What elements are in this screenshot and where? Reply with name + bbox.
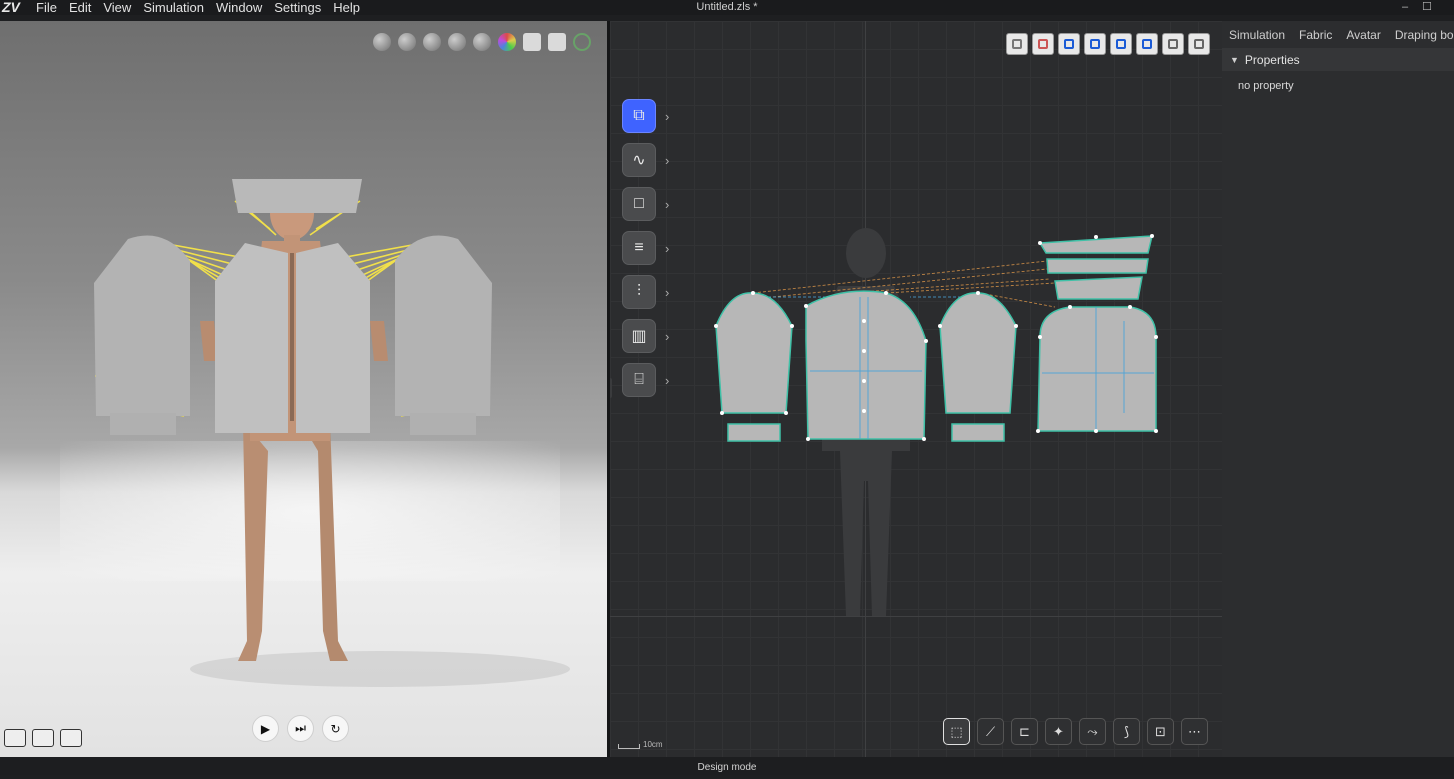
front-right-panel [296,243,370,433]
tab-draping-board[interactable]: Draping bo [1395,28,1454,42]
edit-curve-point-icon[interactable]: ⟋ [977,718,1004,745]
avatar-scene [94,179,570,687]
menu-window[interactable]: Window [210,0,268,15]
minimize-button[interactable]: – [1402,0,1408,15]
pattern-edit-toolbar: ⬚ ⟋ ⊏ ✦ ⤳ ⟆ ⊡ ⋯ [943,718,1208,745]
properties-title: Properties [1244,52,1300,67]
right-sleeve-pattern [939,292,1017,414]
texture-edit-icon[interactable]: ⊡ [1147,718,1174,745]
scale-bar [618,744,640,749]
capture-toolbar [4,729,82,747]
camera-icon[interactable] [60,729,82,747]
tab-avatar[interactable]: Avatar [1346,28,1380,42]
menu-file[interactable]: File [30,0,63,15]
step-button[interactable]: ⏭ [287,715,314,742]
playback-controls: ▶ ⏭ ↻ [252,715,349,742]
menu-edit[interactable]: Edit [63,0,97,15]
pattern-pieces [715,235,1157,442]
pattern-canvas [714,228,1158,616]
seam-links [752,260,1056,308]
menu-view[interactable]: View [97,0,137,15]
left-sleeve [94,235,190,416]
image-icon[interactable] [4,729,26,747]
mode-label: Design mode [697,762,757,773]
reset-button[interactable]: ↻ [322,715,349,742]
play-button[interactable]: ▶ [252,715,279,742]
collapse-triangle-icon[interactable]: ▼ [1230,55,1239,65]
side-panel: Simulation Fabric Avatar Draping bo ▼ Pr… [1222,21,1454,757]
menu-simulation[interactable]: Simulation [137,0,210,15]
menu-settings[interactable]: Settings [268,0,327,15]
menu-bar: ZV File Edit View Simulation Window Sett… [0,0,1454,15]
yoke-pattern [1054,276,1143,300]
right-sleeve [395,235,492,416]
front-left-panel [215,243,288,433]
scale-label: 10cm [643,740,663,749]
left-sleeve-pattern [715,292,793,414]
more-tools-icon[interactable]: ⋯ [1181,718,1208,745]
avatar-right-leg [300,421,348,661]
status-bar: Design mode [0,757,1454,775]
viewport-2d[interactable]: ▸ ⧉› ∿› □› ≡› ⫶› ▥› ⌸› [610,21,1222,757]
band-pattern [1046,258,1149,274]
maximize-button[interactable]: ☐ [1422,0,1432,15]
tab-fabric[interactable]: Fabric [1299,28,1332,42]
menu-help[interactable]: Help [327,0,366,15]
left-cuff-pattern [727,423,781,442]
front-bodice-pattern [805,290,927,440]
scale-indicator: 10cm [618,740,663,749]
viewport-3d[interactable]: ▶ ⏭ ↻ [0,21,607,757]
zoom-image-icon[interactable] [32,729,54,747]
slash-spread-icon[interactable]: ⟆ [1113,718,1140,745]
side-panel-tabs: Simulation Fabric Avatar Draping bo [1222,21,1454,48]
avatar-left-leg [238,421,268,661]
properties-header[interactable]: ▼ Properties [1222,48,1454,71]
curvature-icon[interactable]: ⤳ [1079,718,1106,745]
back-bodice-pattern [1037,306,1157,432]
app-logo: ZV [2,0,20,15]
tab-simulation[interactable]: Simulation [1229,28,1285,42]
add-point-icon[interactable]: ✦ [1045,718,1072,745]
select-edit-icon[interactable]: ⬚ [943,718,970,745]
right-cuff-pattern [951,423,1005,442]
empty-properties-text: no property [1238,80,1294,92]
collar-piece [232,179,362,213]
edit-segment-icon[interactable]: ⊏ [1011,718,1038,745]
